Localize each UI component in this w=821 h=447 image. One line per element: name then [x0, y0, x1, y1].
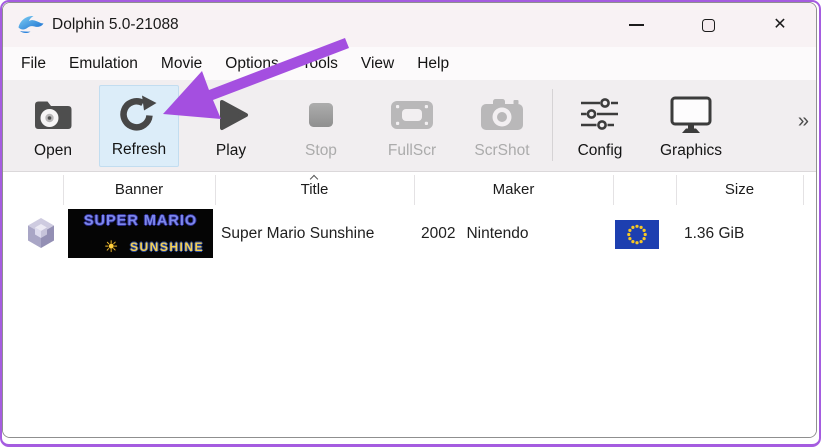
menu-item-tools[interactable]: Tools: [302, 55, 338, 73]
game-list: Banner Title Maker Size SUPER MARIO ☀ SU…: [3, 172, 816, 437]
game-maker: 2002 Nintendo: [421, 208, 529, 260]
screenshot-canvas: Dolphin 5.0-21088 ✕ File Emulation Movie…: [0, 0, 821, 447]
game-list-header: Banner Title Maker Size: [3, 172, 816, 208]
refresh-icon: [118, 90, 160, 138]
toolbar-button-refresh[interactable]: Refresh: [99, 85, 179, 167]
dolphin-window: Dolphin 5.0-21088 ✕ File Emulation Movie…: [2, 2, 817, 438]
menu-item-movie[interactable]: Movie: [161, 55, 202, 73]
toolbar-label-scrshot: ScrShot: [474, 142, 530, 159]
play-icon: [211, 91, 251, 139]
column-separator: [803, 175, 804, 205]
sun-icon: ☀: [104, 239, 119, 256]
banner-subtitle-text: SUNSHINE: [129, 240, 204, 254]
game-maker-name: Nintendo: [466, 225, 529, 242]
close-icon: ✕: [773, 16, 787, 33]
config-sliders-icon: [578, 91, 622, 139]
toolbar-label-refresh: Refresh: [111, 141, 167, 158]
column-header-maker[interactable]: Maker: [414, 172, 613, 208]
maximize-icon: [701, 18, 715, 32]
fullscreen-icon: [389, 91, 435, 139]
title-bar: Dolphin 5.0-21088 ✕: [3, 3, 816, 47]
menu-item-emulation[interactable]: Emulation: [69, 55, 138, 73]
menu-item-options[interactable]: Options: [225, 55, 278, 73]
region-flag-eu-icon: [615, 220, 659, 254]
open-folder-icon: [31, 91, 75, 139]
toolbar-label-graphics: Graphics: [659, 142, 723, 159]
toolbar-button-graphics[interactable]: Graphics: [651, 85, 731, 167]
game-size: 1.36 GiB: [684, 225, 745, 242]
column-separator: [613, 175, 614, 205]
game-banner: SUPER MARIO ☀ SUNSHINE: [68, 209, 213, 258]
toolbar-button-scrshot: ScrShot: [462, 85, 542, 167]
toolbar-button-open[interactable]: Open: [13, 85, 93, 167]
menu-bar: File Emulation Movie Options Tools View …: [3, 47, 816, 80]
toolbar-button-stop: Stop: [281, 85, 361, 167]
toolbar-label-config: Config: [577, 142, 623, 159]
toolbar-button-fullscr: FullScr: [372, 85, 452, 167]
toolbar: Open Refresh Play Stop FullScr ScrShot C…: [3, 80, 816, 172]
graphics-monitor-icon: [668, 91, 714, 139]
maximize-button[interactable]: [698, 11, 718, 39]
game-title: Super Mario Sunshine: [221, 225, 375, 242]
toolbar-label-fullscr: FullScr: [387, 142, 437, 159]
toolbar-label-stop: Stop: [305, 142, 337, 159]
window-title: Dolphin 5.0-21088: [52, 16, 179, 33]
toolbar-label-play: Play: [215, 142, 247, 159]
screenshot-icon: [479, 91, 525, 139]
toolbar-button-play[interactable]: Play: [191, 85, 271, 167]
minimize-icon: [628, 24, 644, 26]
toolbar-label-open: Open: [34, 142, 72, 159]
stop-icon: [301, 91, 341, 139]
dolphin-logo-icon: [17, 14, 45, 36]
menu-item-file[interactable]: File: [21, 55, 46, 73]
banner-title-text: SUPER MARIO: [83, 213, 198, 229]
minimize-button[interactable]: [626, 11, 646, 39]
toolbar-overflow-chevron[interactable]: »: [798, 110, 809, 133]
platform-gamecube-icon: [23, 215, 59, 256]
toolbar-separator: [552, 89, 553, 161]
close-button[interactable]: ✕: [770, 11, 790, 39]
column-header-size[interactable]: Size: [676, 172, 803, 208]
game-row[interactable]: SUPER MARIO ☀ SUNSHINE Super Mario Sunsh…: [3, 208, 816, 260]
column-header-banner[interactable]: Banner: [63, 172, 215, 208]
game-year: 2002: [421, 225, 456, 242]
menu-item-view[interactable]: View: [361, 55, 394, 73]
window-controls: ✕: [626, 3, 816, 47]
menu-item-help[interactable]: Help: [417, 55, 449, 73]
toolbar-button-config[interactable]: Config: [560, 85, 640, 167]
